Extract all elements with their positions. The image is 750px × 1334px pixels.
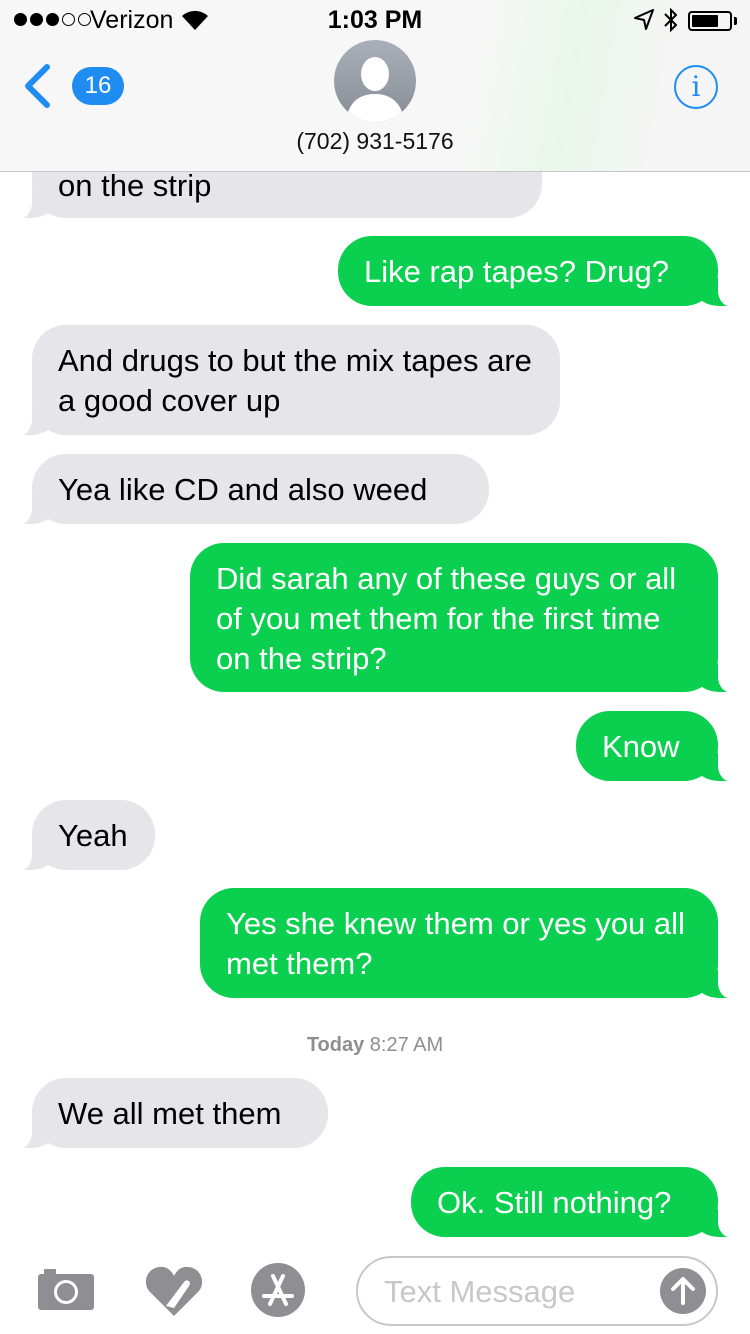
digital-touch-icon[interactable]: [144, 1262, 204, 1318]
message-input-placeholder: Text Message: [384, 1274, 576, 1309]
app-store-icon[interactable]: [248, 1262, 308, 1318]
timestamp-day: Today: [306, 1034, 365, 1056]
message-outgoing[interactable]: Did sarah any of these guys or all of yo…: [190, 543, 742, 693]
camera-icon[interactable]: [36, 1266, 96, 1312]
location-icon: [634, 9, 654, 30]
message-timestamp: Today 8:27 AM: [0, 1034, 750, 1057]
message-outgoing[interactable]: Yes she knew them or yes you all met the…: [200, 888, 742, 999]
send-icon: [671, 1277, 695, 1305]
battery-tip: [734, 17, 737, 25]
bluetooth-icon: [664, 7, 678, 33]
contact-avatar[interactable]: [334, 40, 416, 122]
send-button[interactable]: [660, 1268, 706, 1314]
battery-icon: [688, 11, 732, 31]
chevron-left-icon: [25, 64, 50, 108]
unread-count-badge: 16: [72, 67, 124, 105]
compose-bar: Text Message: [0, 1246, 750, 1334]
conversation-header: Verizon 1:03 PM 16 (702) 931-5176 i: [0, 0, 750, 172]
message-input[interactable]: Text Message: [356, 1256, 718, 1326]
message-incoming[interactable]: And drugs to but the mix tapes are a goo…: [8, 325, 560, 436]
message-incoming[interactable]: Yea like CD and also weed: [8, 454, 489, 525]
message-outgoing[interactable]: Know: [576, 711, 742, 782]
back-button[interactable]: 16: [22, 62, 124, 112]
message-incoming[interactable]: We all met them: [8, 1078, 328, 1149]
contact-phone-number[interactable]: (702) 931-5176: [0, 128, 750, 155]
status-bar: Verizon 1:03 PM: [0, 0, 750, 40]
message-outgoing[interactable]: Ok. Still nothing?: [411, 1167, 742, 1238]
timestamp-time: 8:27 AM: [369, 1034, 444, 1056]
message-outgoing[interactable]: Like rap tapes? Drug?: [338, 236, 742, 307]
message-incoming[interactable]: Yeah: [8, 800, 155, 871]
person-silhouette-icon: [346, 57, 404, 122]
info-button[interactable]: i: [674, 65, 718, 109]
